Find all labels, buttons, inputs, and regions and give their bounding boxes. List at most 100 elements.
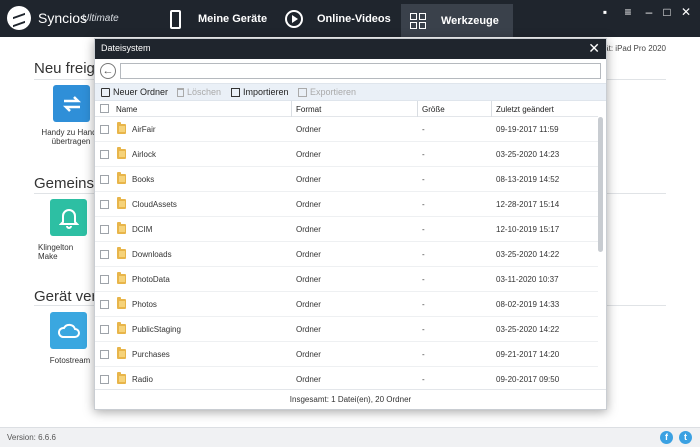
cell-size: - [422, 125, 425, 134]
cell-size: - [422, 325, 425, 334]
button-label: Neuer Ordner [113, 87, 169, 97]
folder-icon [117, 147, 126, 159]
trash-icon [177, 87, 184, 97]
cell-modified: 03-11-2020 10:37 [496, 275, 559, 284]
cell-modified: 09-21-2017 14:20 [496, 350, 560, 359]
cell-modified: 12-28-2017 15:14 [496, 200, 560, 209]
cell-modified: 12-10-2019 15:17 [496, 225, 560, 234]
cell-format: Ordner [296, 225, 321, 234]
row-checkbox[interactable] [100, 375, 109, 384]
cell-name: CloudAssets [132, 200, 177, 209]
menu-icon[interactable]: ≡ [620, 4, 636, 20]
table-row[interactable]: Radio Ordner - 09-20-2017 09:50 [95, 367, 598, 389]
photostream-tile[interactable] [50, 312, 87, 349]
back-arrow-icon[interactable]: ← [100, 63, 116, 79]
cell-name: DCIM [132, 225, 153, 234]
tools-icon [409, 10, 427, 32]
tab-label: Meine Geräte [198, 13, 268, 25]
table-header: Name Format Größe Zuletzt geändert [95, 101, 598, 117]
column-header-size[interactable]: Größe [422, 105, 445, 114]
app-titlebar: Syncios Ultimate Meine Geräte Online-Vid… [0, 0, 700, 37]
row-checkbox[interactable] [100, 300, 109, 309]
filesystem-dialog: Dateisystem ✕ ← Neuer Ordner Löschen Imp… [94, 38, 607, 410]
folder-icon [117, 272, 126, 284]
twitter-icon[interactable]: t [679, 431, 692, 444]
maximize-icon[interactable]: □ [659, 4, 675, 20]
close-icon[interactable]: ✕ [588, 40, 600, 57]
row-checkbox[interactable] [100, 150, 109, 159]
folder-icon [117, 222, 126, 234]
export-button[interactable]: Exportieren [298, 87, 356, 97]
syncios-logo-icon [7, 6, 31, 30]
row-checkbox[interactable] [100, 350, 109, 359]
select-all-checkbox[interactable] [100, 104, 109, 113]
column-header-format[interactable]: Format [296, 105, 321, 114]
cell-size: - [422, 350, 425, 359]
device-label: erät: iPad Pro 2020 [597, 44, 666, 53]
table-row[interactable]: Books Ordner - 08-13-2019 14:52 [95, 167, 598, 192]
tab-label: Online-Videos [317, 13, 391, 25]
cell-name: Airlock [132, 150, 157, 159]
cell-size: - [422, 275, 425, 284]
close-icon[interactable]: ✕ [678, 4, 694, 20]
row-checkbox[interactable] [100, 325, 109, 334]
cell-size: - [422, 250, 425, 259]
path-input[interactable] [120, 63, 601, 79]
scrollbar[interactable] [598, 117, 603, 389]
button-label: Löschen [187, 87, 222, 97]
cell-format: Ordner [296, 125, 321, 134]
delete-button[interactable]: Löschen [177, 87, 221, 97]
cell-name: Photos [132, 300, 157, 309]
scrollbar-thumb[interactable] [598, 117, 603, 252]
button-label: Importieren [243, 87, 289, 97]
table-row[interactable]: AirFair Ordner - 09-19-2017 11:59 [95, 117, 598, 142]
row-checkbox[interactable] [100, 250, 109, 259]
tab-online-videos[interactable]: Online-Videos [285, 4, 395, 34]
version-label: Version: 6.6.6 [7, 433, 56, 442]
cell-name: PhotoData [132, 275, 170, 284]
table-row[interactable]: Downloads Ordner - 03-25-2020 14:22 [95, 242, 598, 267]
transfer-icon [62, 95, 81, 112]
cell-format: Ordner [296, 150, 321, 159]
transfer-tile[interactable] [53, 85, 90, 122]
cell-modified: 09-19-2017 11:59 [496, 125, 559, 134]
column-header-modified[interactable]: Zuletzt geändert [496, 105, 554, 114]
folder-icon [117, 172, 126, 184]
row-checkbox[interactable] [100, 225, 109, 234]
tab-tools[interactable]: Werkzeuge [401, 4, 513, 37]
cell-size: - [422, 175, 425, 184]
column-divider[interactable] [417, 101, 418, 117]
table-row[interactable]: Purchases Ordner - 09-21-2017 14:20 [95, 342, 598, 367]
row-checkbox[interactable] [100, 125, 109, 134]
folder-icon [117, 197, 126, 209]
minimize-icon[interactable]: – [641, 4, 657, 20]
phone-icon [166, 8, 184, 30]
folder-icon [117, 322, 126, 334]
column-divider[interactable] [491, 101, 492, 117]
column-header-name[interactable]: Name [116, 105, 137, 114]
table-row[interactable]: PhotoData Ordner - 03-11-2020 10:37 [95, 267, 598, 292]
cell-name: Books [132, 175, 155, 184]
import-button[interactable]: Importieren [231, 87, 289, 97]
row-checkbox[interactable] [100, 200, 109, 209]
cell-modified: 09-20-2017 09:50 [496, 375, 560, 384]
table-row[interactable]: CloudAssets Ordner - 12-28-2017 15:14 [95, 192, 598, 217]
cell-size: - [422, 150, 425, 159]
table-row[interactable]: PublicStaging Ordner - 03-25-2020 14:22 [95, 317, 598, 342]
cell-name: Radio [132, 375, 153, 384]
cell-name: Purchases [132, 350, 170, 359]
table-row[interactable]: Photos Ordner - 08-02-2019 14:33 [95, 292, 598, 317]
cell-format: Ordner [296, 275, 321, 284]
new-folder-button[interactable]: Neuer Ordner [101, 87, 168, 97]
tab-my-devices[interactable]: Meine Geräte [166, 4, 284, 34]
chat-icon[interactable]: ▪ [597, 4, 613, 20]
file-list: AirFair Ordner - 09-19-2017 11:59 Airlock Ord… [95, 117, 598, 389]
row-checkbox[interactable] [100, 175, 109, 184]
table-row[interactable]: Airlock Ordner - 03-25-2020 14:23 [95, 142, 598, 167]
column-divider[interactable] [291, 101, 292, 117]
ringtone-tile[interactable] [50, 199, 87, 236]
table-row[interactable]: DCIM Ordner - 12-10-2019 15:17 [95, 217, 598, 242]
facebook-icon[interactable]: f [660, 431, 673, 444]
tile-label: Klingelton Make [38, 243, 74, 261]
row-checkbox[interactable] [100, 275, 109, 284]
